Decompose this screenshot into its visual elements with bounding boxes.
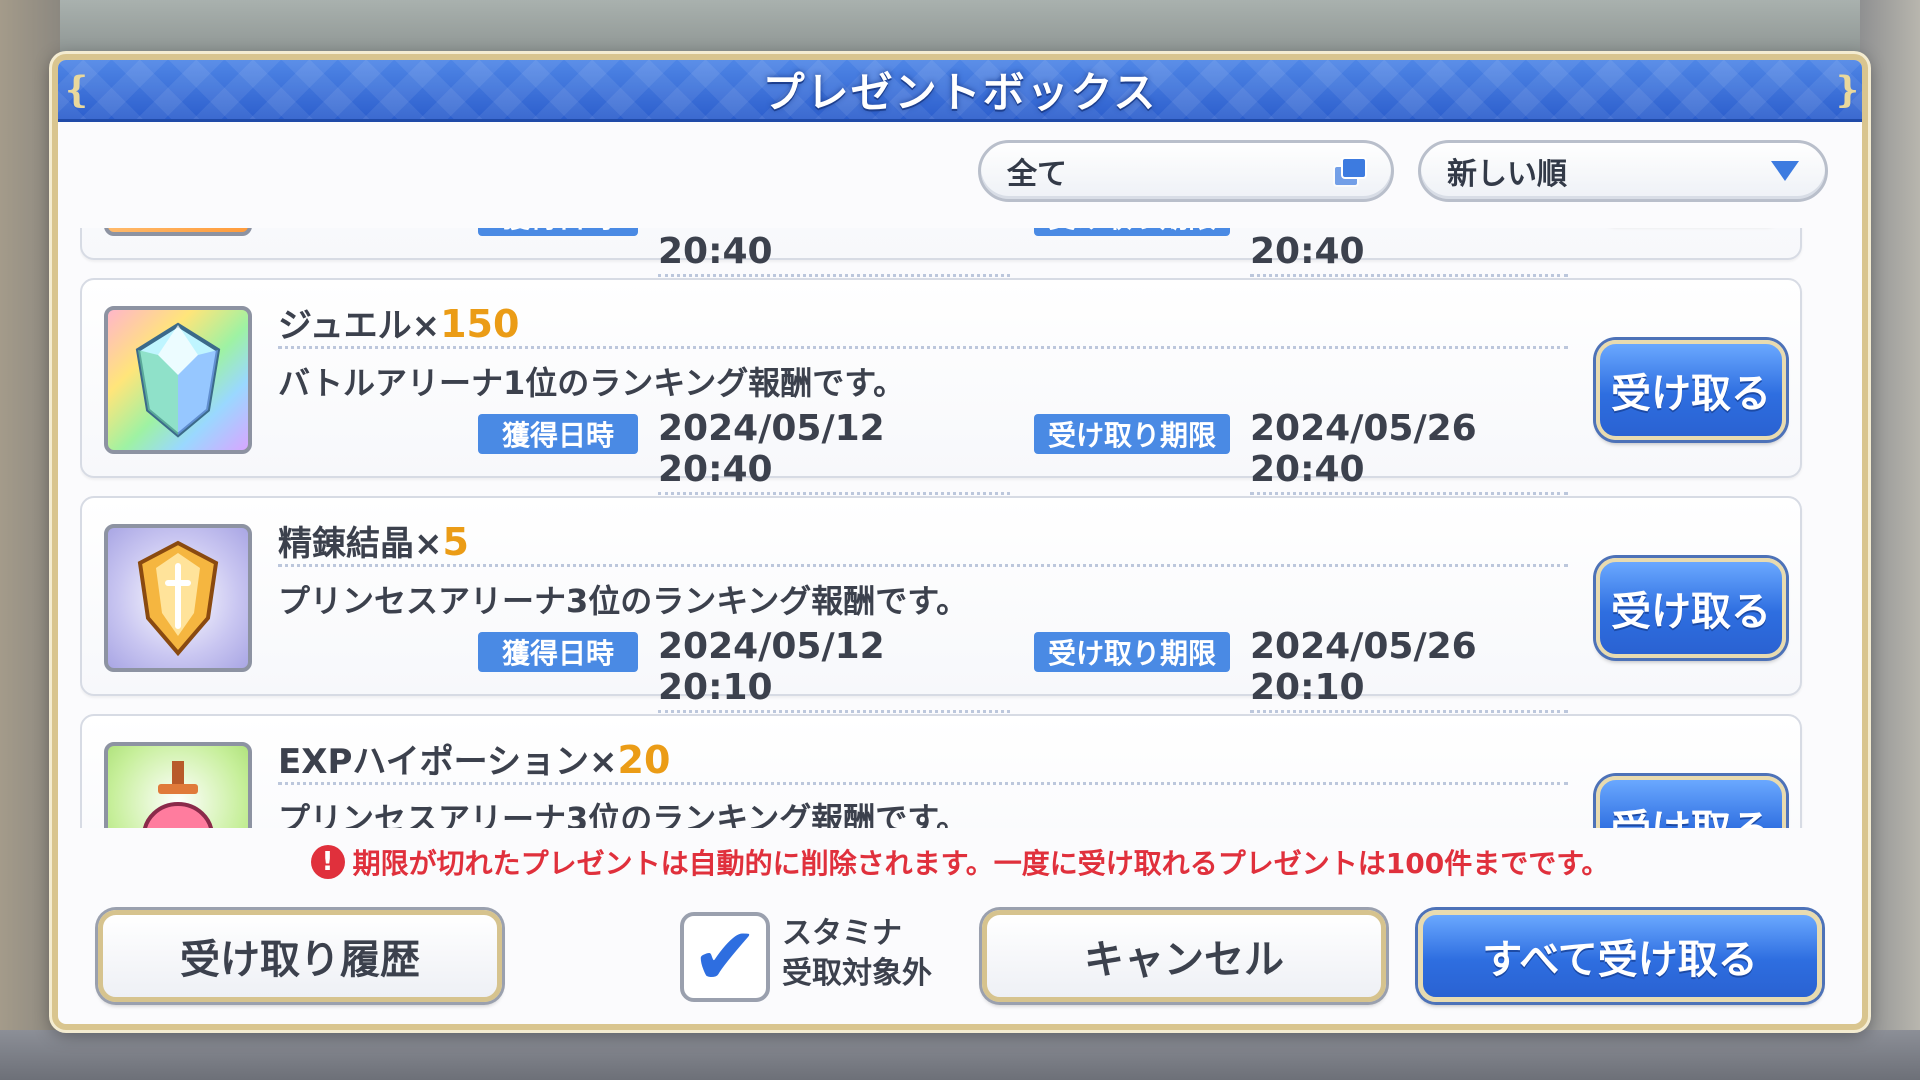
chevron-down-icon <box>1771 161 1799 181</box>
expires-tag: 受け取り期限 <box>1034 632 1230 672</box>
present-item: 精錬結晶×5 プリンセスアリーナ3位のランキング報酬です。 獲得日時 2024/… <box>80 496 1802 713</box>
game-background-top <box>0 0 1920 60</box>
present-item: 獲得日時 2024/05/12 20:40 受け取り期限 2024/05/26 … <box>80 228 1802 277</box>
exp-potion-icon <box>104 742 252 828</box>
refine-crystal-icon <box>104 524 252 672</box>
item-description: プリンセスアリーナ3位のランキング報酬です。 <box>278 800 969 828</box>
orange-item-icon <box>104 228 252 236</box>
item-name: EXPハイポーション×20 <box>278 734 670 784</box>
item-description: バトルアリーナ1位のランキング報酬です。 <box>278 364 906 402</box>
item-name-text: 精錬結晶× <box>278 524 443 564</box>
warning-icon: ! <box>310 845 345 879</box>
expires-tag: 受け取り期限 <box>1034 414 1230 454</box>
present-box-dialog: ❴ プレゼントボックス ❵ 全て 新しい順 獲得日時 2024/05/12 20… <box>52 54 1868 1030</box>
game-bottom-nav-obscured <box>0 1030 1920 1080</box>
ornament-right-icon: ❵ <box>1832 70 1863 111</box>
category-filter-label: 全て <box>1007 157 1067 192</box>
stacked-windows-icon <box>1333 157 1367 187</box>
filter-row: 全て 新しい順 <box>58 140 1862 210</box>
cancel-button[interactable]: キャンセル <box>982 910 1386 1002</box>
expires-tag: 受け取り期限 <box>1034 228 1230 236</box>
receive-all-button[interactable]: すべて受け取る <box>1418 910 1822 1002</box>
expires-date: 2024/05/26 20:40 <box>1250 228 1568 277</box>
receive-button[interactable]: 受け取る <box>1596 340 1786 440</box>
receive-button[interactable]: 受け取る <box>1596 558 1786 658</box>
game-background-left <box>0 0 60 1080</box>
acquired-tag: 獲得日時 <box>478 632 638 672</box>
item-name-text: EXPハイポーション× <box>278 742 618 782</box>
acquired-date: 2024/05/12 20:10 <box>658 626 1010 713</box>
ornament-left-icon: ❴ <box>62 70 93 111</box>
checkmark-icon[interactable]: ✔ <box>680 912 770 1002</box>
present-item: ジュエル×150 バトルアリーナ1位のランキング報酬です。 獲得日時 2024/… <box>80 278 1802 495</box>
divider <box>278 782 1568 785</box>
stamina-exclude-toggle[interactable]: ✔ スタミナ 受取対象外 <box>680 906 960 1006</box>
acquired-date: 2024/05/12 20:40 <box>658 228 1010 277</box>
acquired-tag: 獲得日時 <box>478 414 638 454</box>
item-quantity: 20 <box>617 738 671 782</box>
expires-date: 2024/05/26 20:40 <box>1250 408 1568 495</box>
receive-history-button[interactable]: 受け取り履歴 <box>98 910 502 1002</box>
dialog-header: ❴ プレゼントボックス ❵ <box>58 60 1862 122</box>
sort-order-dropdown[interactable]: 新しい順 <box>1418 140 1828 202</box>
divider <box>278 564 1568 567</box>
item-quantity: 5 <box>442 520 469 564</box>
acquired-tag: 獲得日時 <box>478 228 638 236</box>
divider <box>278 346 1568 349</box>
game-background-right <box>1860 0 1920 1080</box>
present-list[interactable]: 獲得日時 2024/05/12 20:40 受け取り期限 2024/05/26 … <box>80 228 1832 828</box>
expiry-notice: ! 期限が切れたプレゼントは自動的に削除されます。一度に受け取れるプレゼントは1… <box>58 842 1862 882</box>
receive-button[interactable]: 受け取る <box>1596 776 1786 828</box>
acquired-date: 2024/05/12 20:40 <box>658 408 1010 495</box>
item-description: プリンセスアリーナ3位のランキング報酬です。 <box>278 582 969 620</box>
item-name-text: ジュエル× <box>278 306 441 346</box>
category-filter-button[interactable]: 全て <box>978 140 1394 202</box>
item-quantity: 150 <box>440 302 520 346</box>
dialog-title: プレゼントボックス <box>762 68 1158 117</box>
expires-date: 2024/05/26 20:10 <box>1250 626 1568 713</box>
stamina-label-line1: スタミナ <box>782 916 902 951</box>
item-name: ジュエル×150 <box>278 298 519 348</box>
item-name: 精錬結晶×5 <box>278 516 469 566</box>
present-item: EXPハイポーション×20 プリンセスアリーナ3位のランキング報酬です。 受け取… <box>80 714 1802 828</box>
stamina-exclude-label: スタミナ 受取対象外 <box>782 914 962 994</box>
stamina-label-line2: 受取対象外 <box>782 956 932 991</box>
sort-order-label: 新しい順 <box>1447 157 1567 192</box>
expiry-notice-text: 期限が切れたプレゼントは自動的に削除されます。一度に受け取れるプレゼントは100… <box>352 847 1610 880</box>
jewel-icon <box>104 306 252 454</box>
